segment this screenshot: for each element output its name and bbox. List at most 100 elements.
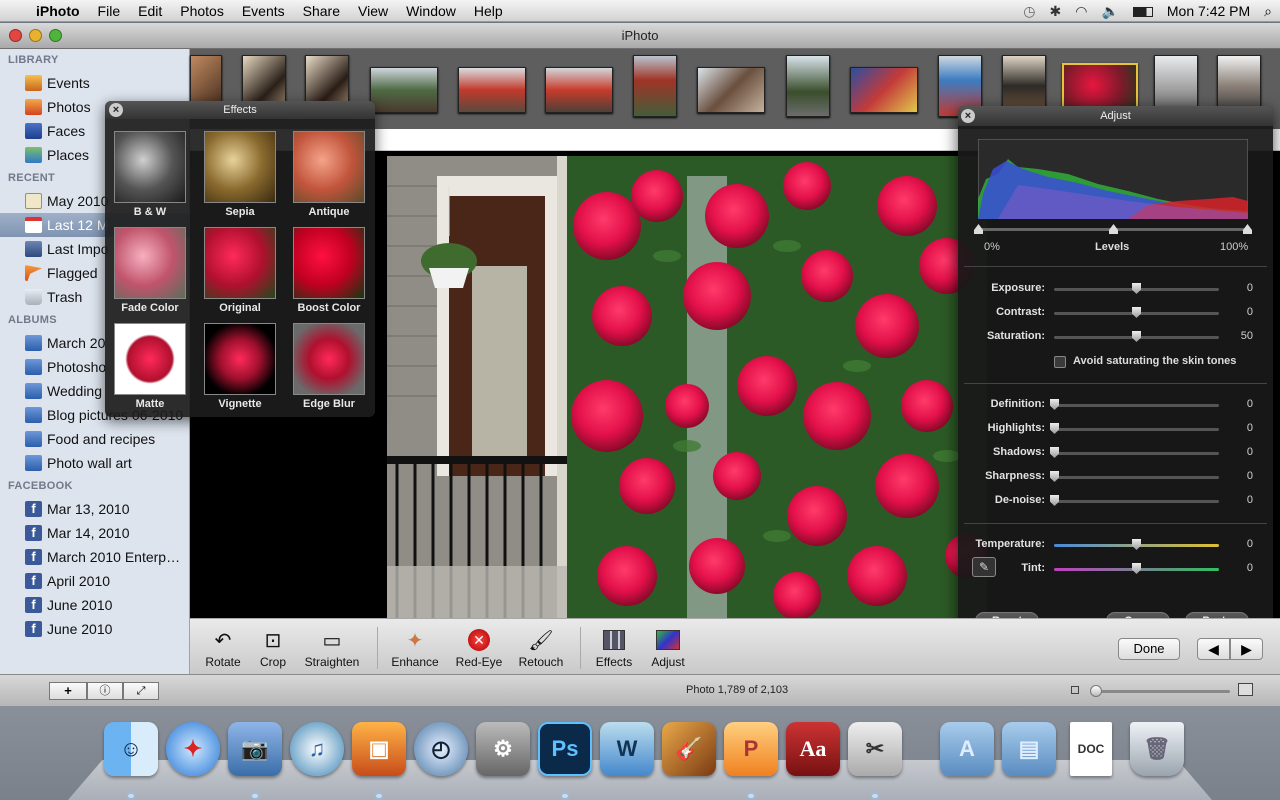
- straighten-button[interactable]: ▭ Straighten: [300, 627, 364, 670]
- system-preferences-icon[interactable]: ⚙: [476, 722, 530, 776]
- previous-photo-button[interactable]: ◀: [1197, 638, 1230, 660]
- definition-slider[interactable]: Definition: 0: [958, 395, 1273, 415]
- minimize-window-button[interactable]: [29, 29, 42, 42]
- effect-edge-blur[interactable]: Edge Blur: [293, 323, 365, 410]
- document-icon[interactable]: DOC: [1070, 722, 1112, 776]
- menu-help[interactable]: Help: [465, 0, 512, 22]
- exposure-slider[interactable]: Exposure: 0: [958, 279, 1273, 299]
- slider-knob[interactable]: [1050, 447, 1059, 458]
- menu-events[interactable]: Events: [233, 0, 294, 22]
- slider-knob[interactable]: [1132, 539, 1141, 550]
- close-window-button[interactable]: [9, 29, 22, 42]
- filmstrip-thumbnail[interactable]: [786, 55, 830, 117]
- slider-track[interactable]: [1054, 404, 1219, 407]
- time-machine-icon[interactable]: ◴: [414, 722, 468, 776]
- image-capture-icon[interactable]: ▣: [352, 722, 406, 776]
- effect-antique[interactable]: Antique: [293, 131, 365, 218]
- filmstrip-thumbnail[interactable]: [545, 67, 613, 113]
- next-photo-button[interactable]: ▶: [1230, 638, 1263, 660]
- filmstrip-thumbnail[interactable]: [370, 67, 438, 113]
- wifi-icon[interactable]: ◠: [1075, 3, 1087, 20]
- zoom-window-button[interactable]: [49, 29, 62, 42]
- garageband-icon[interactable]: 🎸: [662, 722, 716, 776]
- scissors-icon[interactable]: ✂: [848, 722, 902, 776]
- sidebar-item-facebook-album[interactable]: f Mar 13, 2010: [0, 497, 189, 521]
- photoshop-icon[interactable]: Ps: [538, 722, 592, 776]
- sidebar-item-facebook-album[interactable]: f Mar 14, 2010: [0, 521, 189, 545]
- denoise-slider[interactable]: De-noise: 0: [958, 491, 1273, 511]
- slider-knob[interactable]: [1050, 495, 1059, 506]
- sidebar-item-album[interactable]: Photo wall art: [0, 451, 189, 475]
- clock[interactable]: Mon 7:42 PM: [1167, 3, 1250, 19]
- skin-tones-checkbox[interactable]: [1054, 356, 1066, 368]
- adjust-button[interactable]: Adjust: [646, 627, 690, 669]
- effect-original[interactable]: Original: [204, 227, 276, 314]
- slider-track[interactable]: [1054, 428, 1219, 431]
- slider-knob[interactable]: [1050, 471, 1059, 482]
- effects-button[interactable]: Effects: [592, 627, 636, 669]
- fullscreen-button[interactable]: ⤢: [123, 682, 159, 700]
- effect-sepia[interactable]: Sepia: [204, 131, 276, 218]
- filmstrip-thumbnail[interactable]: [697, 67, 765, 113]
- eyedropper-icon[interactable]: ✎: [972, 557, 996, 577]
- sidebar-item-facebook-album[interactable]: f June 2010: [0, 593, 189, 617]
- bluetooth-icon[interactable]: ✱: [1050, 3, 1062, 20]
- zoom-slider[interactable]: [1090, 690, 1230, 693]
- menu-share[interactable]: Share: [294, 0, 349, 22]
- filmstrip-thumbnail[interactable]: [633, 55, 677, 117]
- menu-window[interactable]: Window: [397, 0, 465, 22]
- sidebar-item-facebook-album[interactable]: f June 2010: [0, 617, 189, 641]
- rotate-button[interactable]: ↶ Rotate: [202, 627, 244, 670]
- menu-edit[interactable]: Edit: [129, 0, 171, 22]
- sidebar-item-facebook-album[interactable]: f April 2010: [0, 569, 189, 593]
- filmstrip-thumbnail[interactable]: [458, 67, 526, 113]
- effect-fade-color[interactable]: Fade Color: [114, 227, 186, 314]
- trash-icon[interactable]: 🗑: [1130, 722, 1184, 776]
- slider-track[interactable]: [1054, 452, 1219, 455]
- menu-view[interactable]: View: [349, 0, 397, 22]
- menu-photos[interactable]: Photos: [171, 0, 233, 22]
- volume-icon[interactable]: 🔈: [1101, 3, 1118, 20]
- slider-knob[interactable]: [1132, 563, 1141, 574]
- contrast-slider[interactable]: Contrast: 0: [958, 303, 1273, 323]
- menu-app-name[interactable]: iPhoto: [27, 0, 89, 22]
- safari-icon[interactable]: ✦: [166, 722, 220, 776]
- enhance-button[interactable]: ✦ Enhance: [388, 627, 442, 670]
- temperature-slider[interactable]: Temperature: 0: [958, 535, 1273, 555]
- retouch-button[interactable]: 🖌 Retouch: [516, 627, 566, 670]
- dictionary-icon[interactable]: Aa: [786, 722, 840, 776]
- effect-matte[interactable]: Matte: [114, 323, 186, 410]
- done-button[interactable]: Done: [1118, 638, 1180, 660]
- iphoto-icon[interactable]: 📷: [228, 722, 282, 776]
- finder-icon[interactable]: ☺: [104, 722, 158, 776]
- word-icon[interactable]: W: [600, 722, 654, 776]
- itunes-icon[interactable]: ♫: [290, 722, 344, 776]
- effect-boost-color[interactable]: Boost Color: [293, 227, 365, 314]
- close-icon[interactable]: ×: [109, 103, 123, 117]
- crop-button[interactable]: ⊡ Crop: [254, 627, 292, 670]
- close-icon[interactable]: ×: [961, 109, 975, 123]
- sidebar-item-album[interactable]: Food and recipes: [0, 427, 189, 451]
- slider-track[interactable]: [1054, 476, 1219, 479]
- sidebar-item-facebook-album[interactable]: f March 2010 Enterp…: [0, 545, 189, 569]
- zoom-slider-knob[interactable]: [1090, 685, 1102, 697]
- saturation-slider[interactable]: Saturation: 50: [958, 327, 1273, 347]
- add-button[interactable]: +: [49, 682, 87, 700]
- red-eye-button[interactable]: ✕ Red-Eye: [452, 627, 506, 669]
- time-machine-icon[interactable]: ◷: [1023, 3, 1035, 20]
- documents-folder-icon[interactable]: ▤: [1002, 722, 1056, 776]
- sharpness-slider[interactable]: Sharpness: 0: [958, 467, 1273, 487]
- info-button[interactable]: ⓘ: [87, 682, 123, 700]
- slider-knob[interactable]: [1050, 423, 1059, 434]
- levels-black-handle[interactable]: [974, 224, 983, 234]
- slider-knob[interactable]: [1132, 307, 1141, 318]
- battery-icon[interactable]: [1132, 3, 1153, 19]
- menu-file[interactable]: File: [89, 0, 130, 22]
- effect-bw[interactable]: B & W: [114, 131, 186, 218]
- shadows-slider[interactable]: Shadows: 0: [958, 443, 1273, 463]
- slider-knob[interactable]: [1132, 331, 1141, 342]
- slider-track[interactable]: [1054, 500, 1219, 503]
- powerpoint-icon[interactable]: P: [724, 722, 778, 776]
- levels-white-handle[interactable]: [1243, 224, 1252, 234]
- effect-vignette[interactable]: Vignette: [204, 323, 276, 410]
